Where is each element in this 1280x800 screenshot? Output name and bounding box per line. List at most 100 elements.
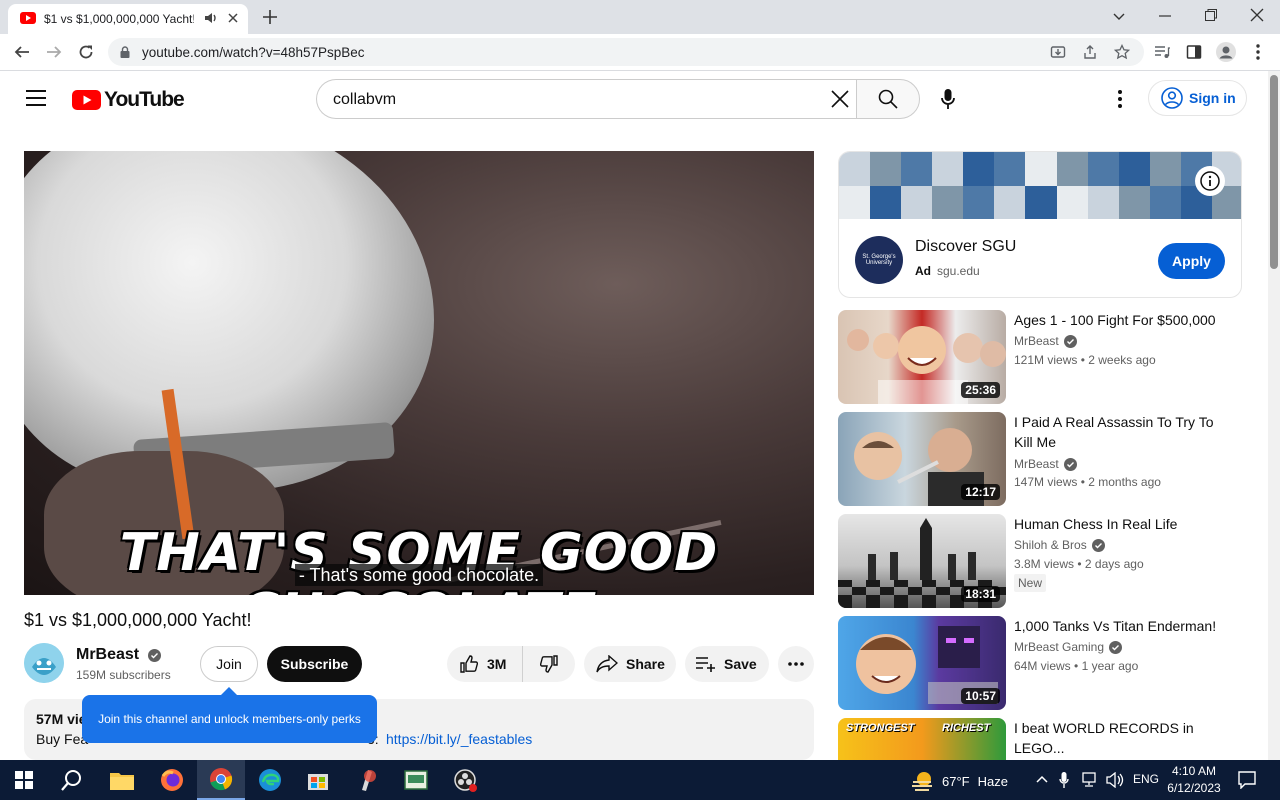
browser-toolbar: youtube.com/watch?v=48h57PspBec bbox=[0, 34, 1280, 71]
video-meta: 147M views • 2 months ago bbox=[1014, 475, 1161, 489]
share-page-icon[interactable] bbox=[1078, 40, 1102, 64]
apply-button[interactable]: Apply bbox=[1158, 243, 1225, 279]
scrollbar-thumb[interactable] bbox=[1270, 75, 1278, 269]
video-title[interactable]: Ages 1 - 100 Fight For $500,000 bbox=[1014, 310, 1236, 330]
tab-search-chevron-icon[interactable] bbox=[1112, 9, 1126, 23]
ad-banner-image bbox=[839, 152, 1241, 219]
tray-overflow-chevron-icon[interactable] bbox=[1036, 774, 1048, 784]
chrome-icon bbox=[210, 768, 233, 791]
clock-time: 4:10 AM bbox=[1171, 764, 1217, 778]
video-title[interactable]: I beat WORLD RECORDS in LEGO... bbox=[1014, 718, 1236, 758]
bookmark-star-icon[interactable] bbox=[1110, 40, 1134, 64]
recommendation-item[interactable]: STRONGEST RICHEST I beat WORLD RECORDS i… bbox=[838, 718, 1242, 760]
ad-card[interactable]: St. George's University Discover SGU Ad s… bbox=[838, 151, 1242, 298]
subscriber-count: 159M subscribers bbox=[76, 668, 171, 682]
obs-button[interactable] bbox=[441, 760, 489, 800]
notification-icon[interactable] bbox=[1238, 771, 1256, 789]
volume-tray-icon[interactable] bbox=[1106, 772, 1124, 788]
channel-name[interactable]: MrBeast bbox=[76, 646, 161, 664]
browser-tab[interactable]: $1 vs $1,000,000,000 Yacht! bbox=[8, 4, 248, 34]
video-title[interactable]: 1,000 Tanks Vs Titan Enderman! bbox=[1014, 616, 1236, 636]
network-tray-icon[interactable] bbox=[1082, 772, 1100, 788]
taskbar-search-button[interactable] bbox=[48, 760, 96, 800]
weather-widget[interactable]: 67°F Haze bbox=[910, 771, 1008, 791]
join-button[interactable]: Join bbox=[200, 646, 258, 682]
sign-in-label: Sign in bbox=[1189, 90, 1236, 106]
page-scrollbar[interactable] bbox=[1268, 71, 1280, 760]
sign-in-button[interactable]: Sign in bbox=[1148, 80, 1247, 116]
view-count: 64M views bbox=[1014, 659, 1071, 673]
lock-icon[interactable] bbox=[120, 46, 130, 58]
clear-search-icon[interactable] bbox=[831, 90, 849, 108]
browser-menu-icon[interactable] bbox=[1246, 40, 1270, 64]
recommendation-item[interactable]: 12:17 I Paid A Real Assassin To Try To K… bbox=[838, 412, 1242, 506]
hamburger-menu-icon[interactable] bbox=[26, 90, 46, 106]
reload-icon[interactable] bbox=[74, 40, 98, 64]
channel-avatar[interactable] bbox=[24, 643, 64, 683]
address-bar[interactable]: youtube.com/watch?v=48h57PspBec bbox=[108, 38, 1144, 66]
more-actions-button[interactable] bbox=[778, 646, 814, 682]
microphone-tray-icon[interactable] bbox=[1059, 771, 1069, 789]
share-arrow-icon bbox=[596, 655, 618, 673]
playlist-add-icon bbox=[696, 657, 715, 672]
channel-name[interactable]: Shiloh & Bros bbox=[1014, 538, 1105, 552]
url-text[interactable]: youtube.com/watch?v=48h57PspBec bbox=[142, 45, 365, 60]
back-icon[interactable] bbox=[10, 40, 34, 64]
channel-name[interactable]: MrBeast bbox=[1014, 334, 1077, 348]
media-controls-icon[interactable] bbox=[1150, 40, 1174, 64]
start-button[interactable] bbox=[0, 760, 48, 800]
view-count: 147M views bbox=[1014, 475, 1078, 489]
audio-playing-icon[interactable] bbox=[204, 11, 218, 25]
like-dislike-group: 3M bbox=[447, 646, 575, 682]
subscribe-button[interactable]: Subscribe bbox=[267, 646, 362, 682]
minimize-icon[interactable] bbox=[1158, 9, 1172, 23]
ad-title[interactable]: Discover SGU bbox=[915, 238, 1016, 256]
video-title[interactable]: Human Chess In Real Life bbox=[1014, 514, 1236, 534]
search-button[interactable] bbox=[856, 79, 920, 119]
firefox-button[interactable] bbox=[148, 760, 196, 800]
channel-name-text: MrBeast bbox=[1014, 457, 1059, 471]
window-close-icon[interactable] bbox=[1250, 8, 1264, 22]
file-explorer-button[interactable] bbox=[98, 760, 146, 800]
tab-close-icon[interactable] bbox=[226, 11, 240, 25]
recommendation-item[interactable]: 25:36 Ages 1 - 100 Fight For $500,000 Mr… bbox=[838, 310, 1242, 404]
save-button[interactable]: Save bbox=[685, 646, 769, 682]
dislike-button[interactable] bbox=[523, 646, 575, 682]
view-count: 3.8M views bbox=[1014, 557, 1075, 571]
paint-app-button[interactable] bbox=[343, 760, 391, 800]
youtube-logo[interactable]: YouTube bbox=[72, 88, 185, 112]
input-language[interactable]: ENG bbox=[1133, 772, 1159, 786]
chrome-button[interactable] bbox=[197, 760, 245, 800]
ad-info-icon[interactable] bbox=[1195, 166, 1225, 196]
video-title[interactable]: I Paid A Real Assassin To Try To Kill Me bbox=[1014, 412, 1236, 452]
join-label: Join bbox=[216, 656, 242, 672]
new-tab-icon[interactable] bbox=[262, 9, 278, 25]
video-thumbnail[interactable]: 12:17 bbox=[838, 412, 1006, 506]
channel-name[interactable]: MrBeast bbox=[1014, 457, 1077, 471]
media-player-button[interactable] bbox=[392, 760, 440, 800]
video-thumbnail[interactable]: 25:36 bbox=[838, 310, 1006, 404]
voice-search-icon[interactable] bbox=[941, 88, 955, 110]
thumb-label-richest: RICHEST bbox=[942, 722, 991, 734]
video-thumbnail[interactable]: 10:57 bbox=[838, 616, 1006, 710]
video-thumbnail[interactable]: STRONGEST RICHEST bbox=[838, 718, 1006, 760]
recommendation-item[interactable]: 18:31 Human Chess In Real Life Shiloh & … bbox=[838, 514, 1242, 608]
share-button[interactable]: Share bbox=[584, 646, 676, 682]
search-input[interactable]: collabvm bbox=[316, 79, 857, 119]
system-clock[interactable]: 4:10 AM 6/12/2023 bbox=[1166, 763, 1222, 797]
video-thumbnail[interactable]: 18:31 bbox=[838, 514, 1006, 608]
channel-name[interactable]: MrBeast Gaming bbox=[1014, 640, 1123, 654]
restore-icon[interactable] bbox=[1204, 8, 1218, 22]
settings-more-icon[interactable] bbox=[1118, 90, 1122, 108]
forward-icon[interactable] bbox=[42, 40, 66, 64]
view-count: 57M vie bbox=[36, 711, 87, 727]
edge-button[interactable] bbox=[246, 760, 294, 800]
profile-icon[interactable] bbox=[1214, 40, 1238, 64]
like-button[interactable]: 3M bbox=[447, 646, 523, 682]
recommendation-item[interactable]: 10:57 1,000 Tanks Vs Titan Enderman! MrB… bbox=[838, 616, 1242, 710]
video-player[interactable]: THAT'S SOME GOOD CHOCOLATE - That's some… bbox=[24, 151, 814, 595]
store-button[interactable] bbox=[294, 760, 342, 800]
install-app-icon[interactable] bbox=[1046, 40, 1070, 64]
side-panel-icon[interactable] bbox=[1182, 40, 1206, 64]
description-link[interactable]: https://bit.ly/_feastables bbox=[386, 731, 532, 747]
